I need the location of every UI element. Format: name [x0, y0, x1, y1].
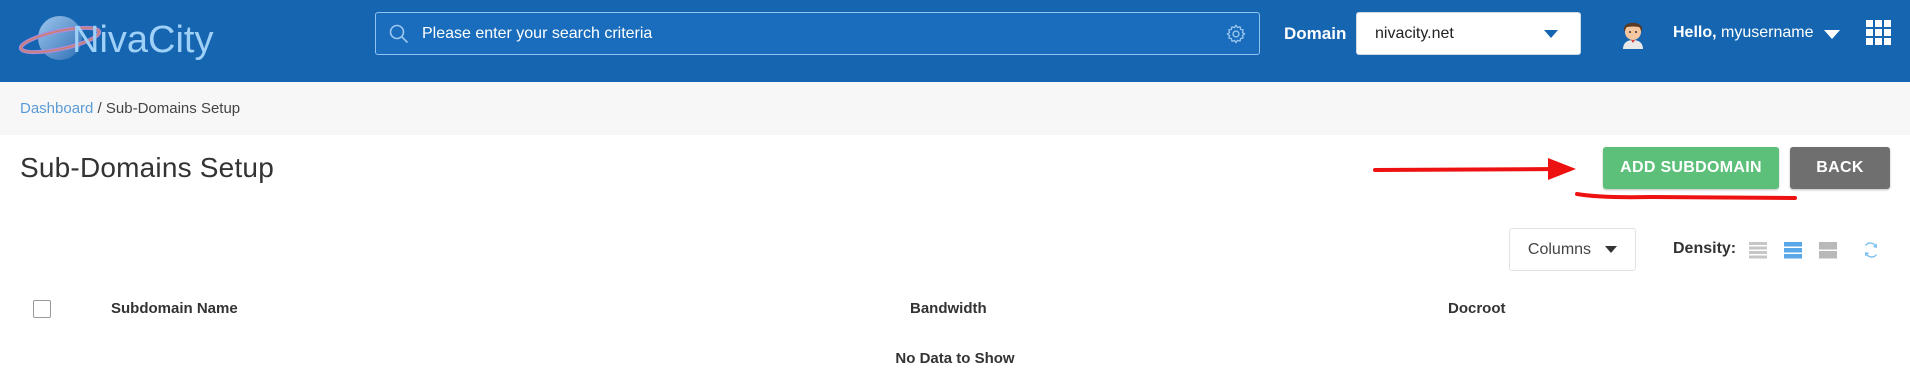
density-compact-icon[interactable] [1748, 240, 1768, 260]
apps-grid-icon[interactable] [1866, 20, 1891, 45]
domain-select-value: nivacity.net [1375, 24, 1454, 42]
column-header-bandwidth[interactable]: Bandwidth [910, 300, 987, 317]
annotation-arrow [1373, 167, 1562, 172]
add-subdomain-button[interactable]: ADD SUBDOMAIN [1603, 147, 1779, 189]
annotation-underline [1575, 192, 1797, 200]
user-avatar[interactable] [1616, 15, 1650, 49]
density-label: Density: [1673, 240, 1737, 257]
page-title: Sub-Domains Setup [20, 152, 274, 183]
top-navbar: NivaCity Please enter your search criter… [0, 0, 1910, 82]
search-input[interactable]: Please enter your search criteria [422, 25, 1225, 43]
domain-label: Domain [1284, 24, 1347, 43]
nivacity-logo[interactable]: NivaCity [18, 6, 258, 72]
search-settings-gear-icon[interactable] [1225, 23, 1247, 45]
chevron-down-icon [1544, 29, 1558, 38]
columns-button[interactable]: Columns [1509, 228, 1636, 271]
search-bar[interactable]: Please enter your search criteria [375, 12, 1260, 55]
search-icon [389, 24, 408, 43]
density-comfortable-icon[interactable] [1818, 240, 1838, 260]
username: myusername [1721, 24, 1814, 41]
select-all-checkbox[interactable] [33, 300, 51, 318]
hello-prefix: Hello, [1673, 24, 1717, 41]
user-greeting[interactable]: Hello, myusername [1673, 24, 1846, 42]
domain-select[interactable]: nivacity.net [1356, 12, 1581, 55]
logo-text: NivaCity [72, 19, 213, 61]
user-menu-caret-icon[interactable] [1824, 30, 1840, 39]
caret-down-icon [1605, 246, 1618, 253]
refresh-icon[interactable] [1861, 240, 1881, 260]
density-standard-icon[interactable] [1783, 240, 1803, 260]
breadcrumb-separator: / [93, 100, 106, 117]
columns-label: Columns [1527, 240, 1592, 258]
column-header-docroot[interactable]: Docroot [1448, 300, 1506, 317]
empty-table-message: No Data to Show [895, 350, 1015, 367]
back-button[interactable]: BACK [1790, 147, 1890, 189]
breadcrumb: Dashboard / Sub-Domains Setup [20, 100, 240, 117]
annotation-arrowhead [1548, 158, 1576, 180]
column-header-subdomain-name[interactable]: Subdomain Name [111, 300, 238, 317]
breadcrumb-dashboard-link[interactable]: Dashboard [20, 100, 93, 117]
breadcrumb-current: Sub-Domains Setup [105, 100, 241, 117]
breadcrumb-bar: Dashboard / Sub-Domains Setup [0, 82, 1910, 135]
